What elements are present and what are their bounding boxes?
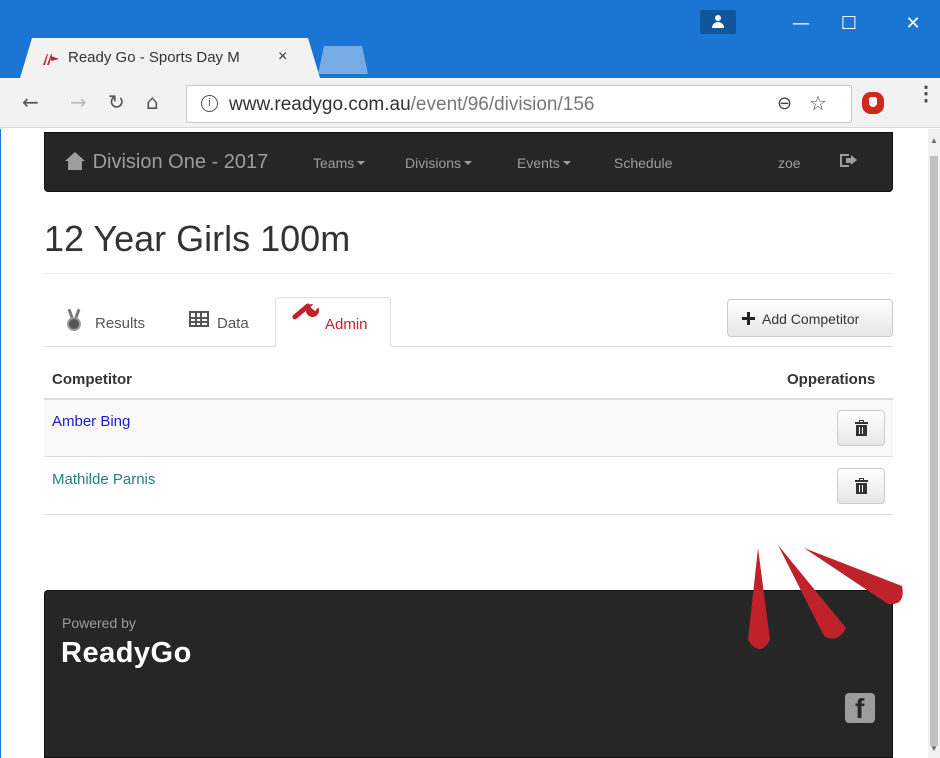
tab-data[interactable]: Data — [164, 297, 274, 347]
tab-close-icon[interactable]: × — [278, 48, 287, 66]
url-text[interactable]: www.readygo.com.au/event/96/division/156 — [229, 94, 594, 116]
nav-item-divisions[interactable]: Divisions — [405, 155, 473, 171]
home-icon — [65, 152, 85, 170]
competitor-link[interactable]: Mathilde Parnis — [52, 471, 155, 488]
delete-button[interactable] — [837, 410, 885, 446]
browser-menu-icon[interactable]: ⋮ — [916, 84, 936, 104]
nav-schedule-label: Schedule — [614, 155, 673, 171]
nav-events-label: Events — [517, 155, 560, 171]
wrench-icon — [291, 302, 320, 328]
profile-icon-body — [712, 22, 724, 28]
logout-icon[interactable] — [840, 153, 857, 169]
add-competitor-button[interactable]: Add Competitor — [727, 299, 893, 337]
plus-icon — [742, 312, 755, 325]
url-host: www.readygo.com.au — [229, 94, 411, 115]
profile-button[interactable] — [700, 10, 736, 34]
readygo-favicon-icon — [43, 54, 59, 65]
trash-icon-lid — [855, 422, 868, 424]
nav-item-schedule[interactable]: Schedule — [614, 155, 672, 171]
competitor-link[interactable]: Amber Bing — [52, 413, 130, 430]
logout-icon-arrowhead — [851, 155, 857, 165]
navbar-brand[interactable]: Division One - 2017 — [65, 151, 268, 174]
readygo-logo[interactable]: ReadyGo — [61, 637, 192, 670]
nav-item-teams[interactable]: Teams — [313, 155, 366, 171]
caret-down-icon — [357, 161, 366, 165]
title-divider — [44, 273, 893, 274]
table-row: Amber Bing — [44, 400, 893, 457]
site-navbar: Division One - 2017 Teams Divisions Even… — [44, 132, 893, 192]
navbar-brand-label: Division One - 2017 — [92, 151, 269, 173]
facebook-icon-glyph: f — [855, 693, 865, 724]
adblock-extension-icon[interactable] — [862, 92, 884, 114]
browser-tab[interactable]: Ready Go - Sports Day M × — [20, 38, 320, 78]
nav-teams-label: Teams — [313, 155, 355, 171]
forward-arrow-icon[interactable]: → — [70, 90, 87, 114]
column-header-operations: Opperations — [787, 371, 876, 388]
back-arrow-icon[interactable]: ← — [22, 90, 39, 114]
address-bar[interactable]: i www.readygo.com.au/event/96/division/1… — [186, 85, 852, 123]
tab-data-label: Data — [217, 315, 249, 332]
facebook-icon[interactable]: f — [845, 693, 875, 723]
home-icon-base — [68, 161, 82, 170]
caret-down-icon — [464, 161, 473, 165]
table-icon — [189, 311, 209, 327]
site-info-icon[interactable]: i — [201, 95, 218, 112]
profile-icon-head — [715, 15, 721, 21]
trash-icon — [855, 478, 868, 494]
nav-item-user[interactable]: zoe — [778, 155, 801, 171]
table-row: Mathilde Parnis — [44, 458, 893, 515]
wrench-icon-jaw — [306, 304, 319, 317]
nav-divisions-label: Divisions — [405, 155, 462, 171]
trash-icon-can — [856, 483, 867, 494]
trash-icon-can — [856, 425, 867, 436]
minimize-button[interactable]: — — [786, 12, 816, 36]
new-tab-button[interactable] — [318, 46, 368, 74]
reload-icon[interactable]: ↻ — [108, 90, 125, 114]
site-footer: Powered by ReadyGo f — [44, 590, 893, 758]
tab-admin-label: Admin — [325, 316, 368, 333]
caret-down-icon — [562, 161, 571, 165]
medal-icon — [66, 308, 82, 333]
zoom-icon[interactable]: ⊖ — [777, 93, 792, 114]
browser-titlebar: — ☐ ✕ Ready Go - Sports Day M × — [0, 0, 940, 78]
delete-button[interactable] — [837, 468, 885, 504]
trash-icon — [855, 420, 868, 436]
tab-results[interactable]: Results — [44, 297, 164, 347]
trash-icon-lid — [855, 480, 868, 482]
bookmark-star-icon[interactable]: ☆ — [809, 91, 827, 116]
column-header-competitor: Competitor — [52, 371, 132, 388]
powered-by-label: Powered by — [62, 615, 136, 631]
tabs-divider — [44, 346, 893, 347]
home-icon-roof — [65, 152, 85, 161]
new-tab-shape — [318, 46, 368, 74]
scroll-up-icon[interactable]: ▲ — [930, 136, 938, 145]
scroll-down-icon[interactable]: ▼ — [930, 744, 938, 753]
scrollbar-thumb[interactable] — [930, 156, 938, 746]
maximize-button[interactable]: ☐ — [834, 12, 864, 36]
close-window-button[interactable]: ✕ — [898, 12, 928, 36]
browser-tab-title: Ready Go - Sports Day M — [68, 49, 240, 66]
nav-item-events[interactable]: Events — [517, 155, 571, 171]
tab-admin[interactable]: Admin — [275, 297, 391, 347]
medal-icon-disc — [67, 317, 81, 331]
url-path: /event/96/division/156 — [410, 94, 595, 115]
page-title: 12 Year Girls 100m — [44, 218, 351, 259]
tab-results-label: Results — [95, 315, 146, 332]
home-button-icon[interactable]: ⌂ — [146, 90, 159, 114]
add-competitor-label: Add Competitor — [762, 311, 860, 327]
